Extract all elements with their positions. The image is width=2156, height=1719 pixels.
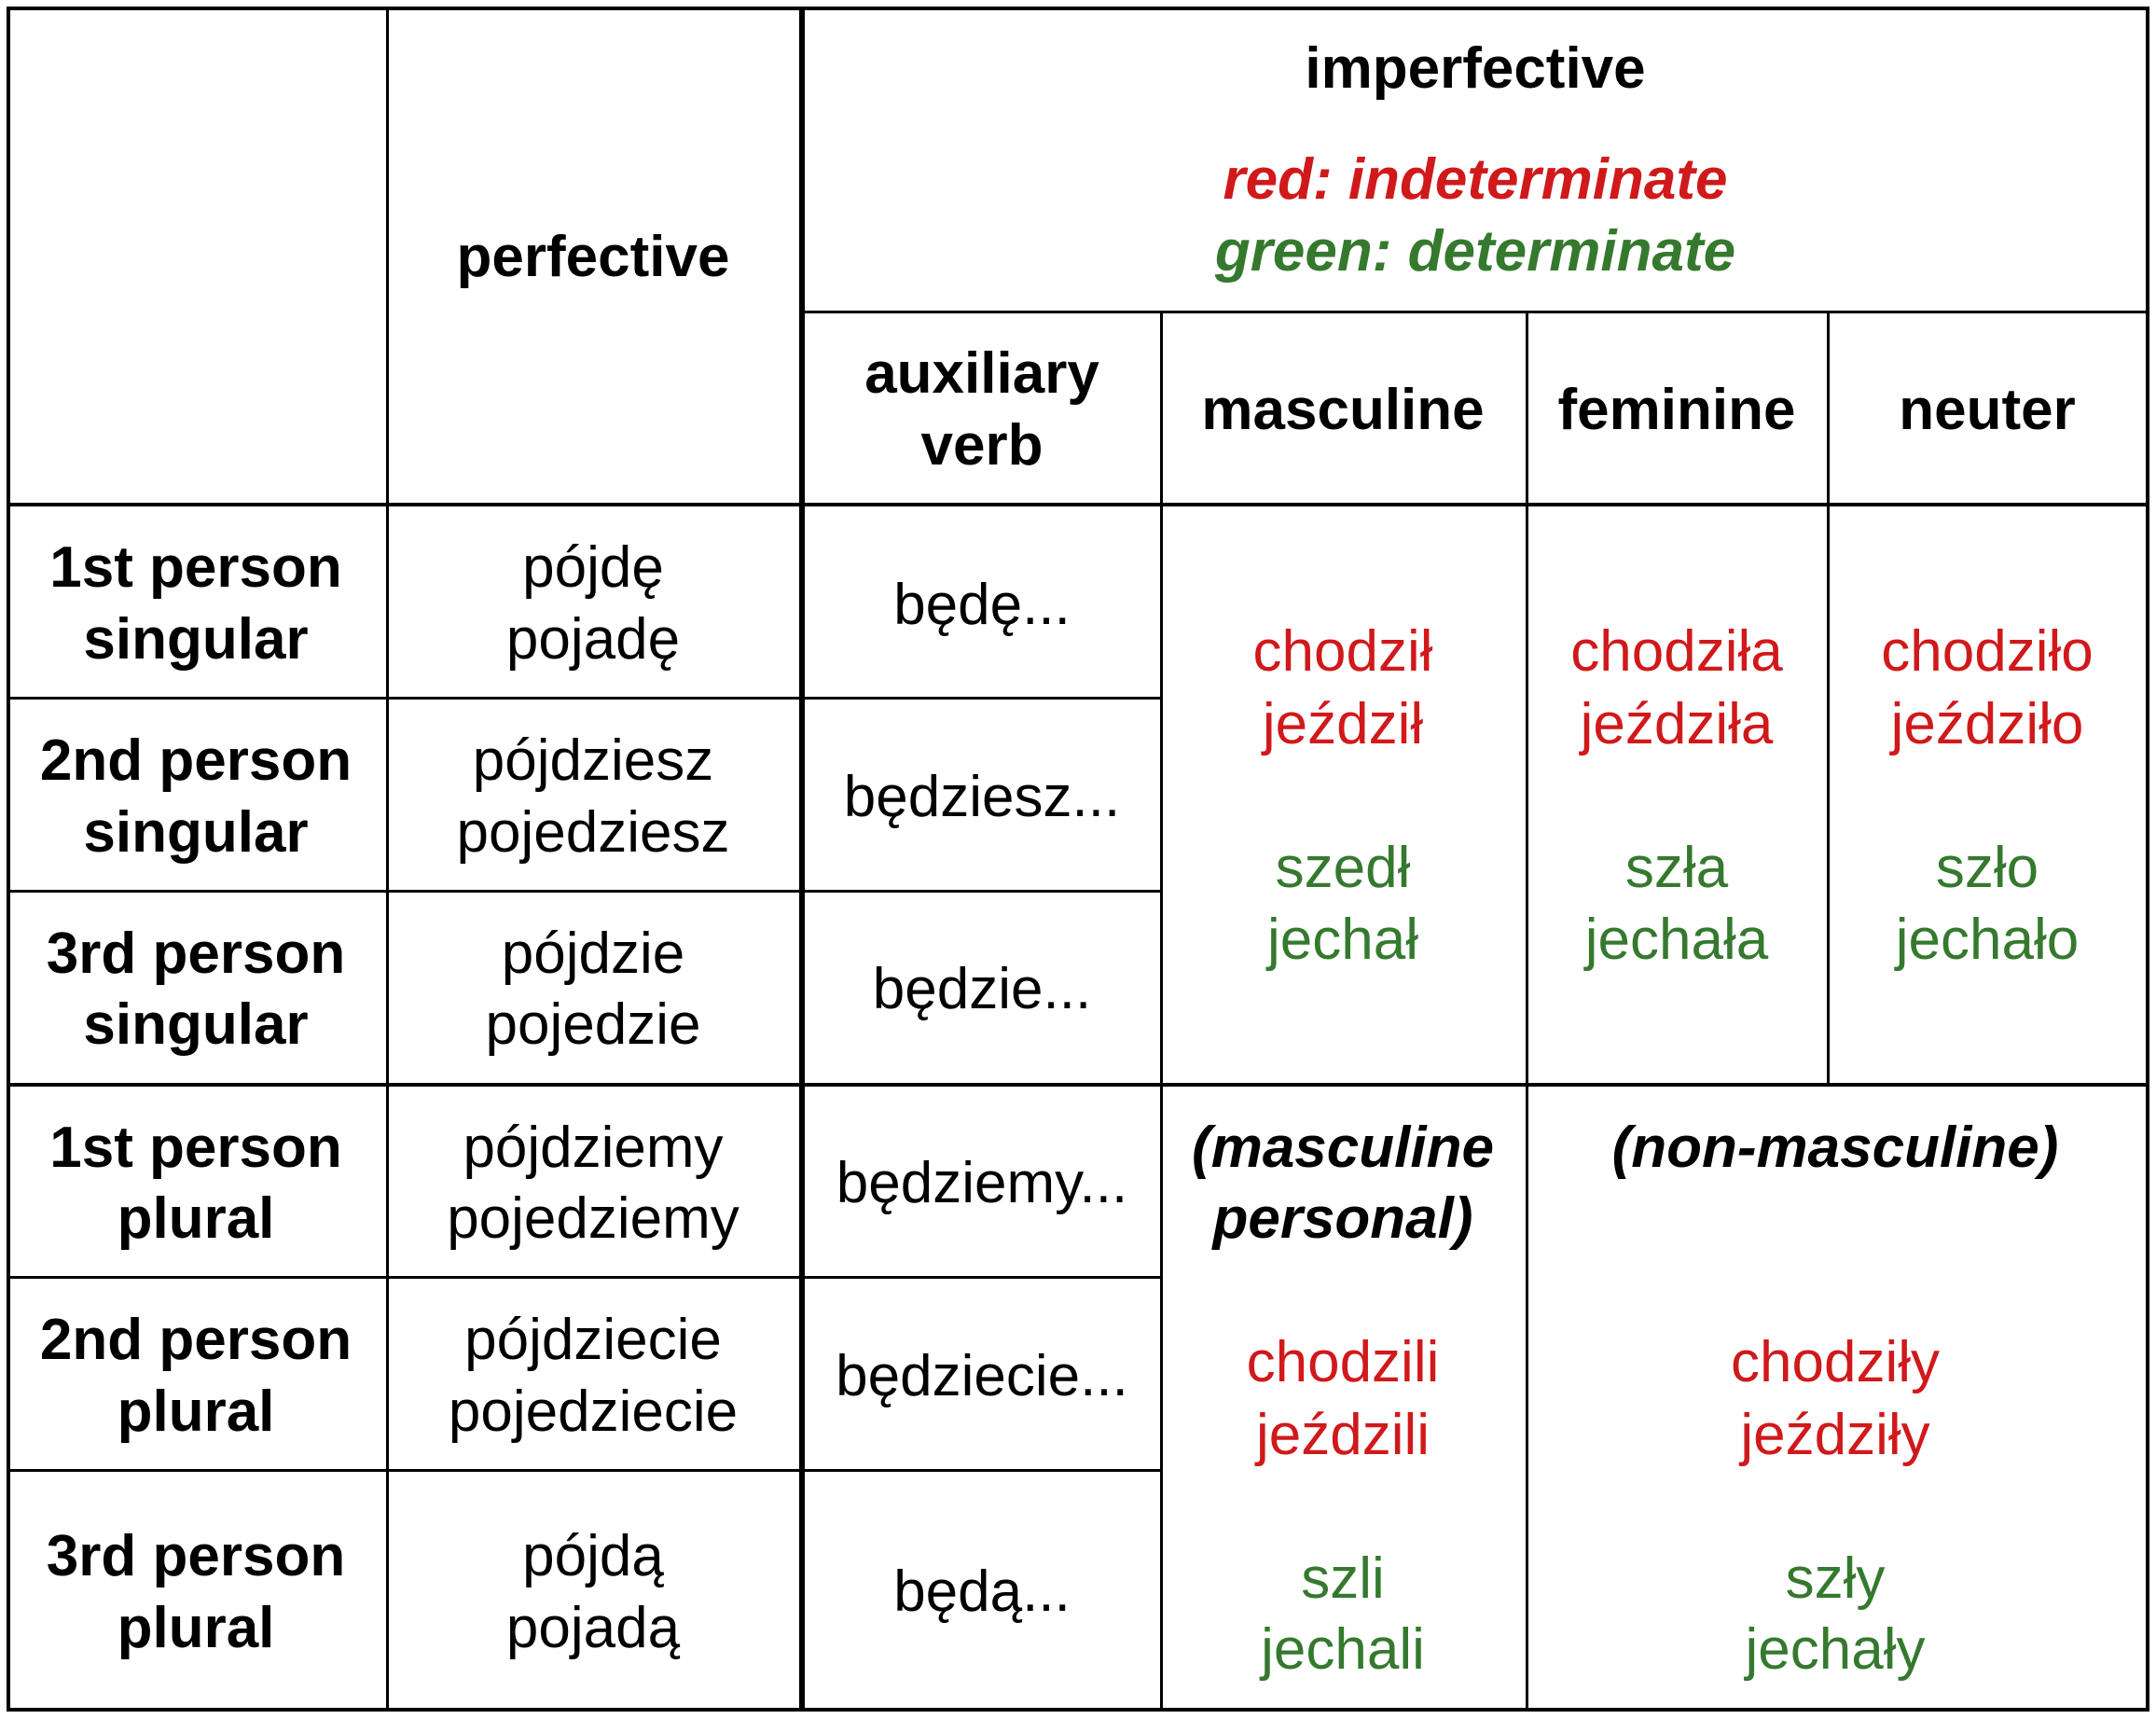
border-right [2146,7,2149,1712]
row-person-line2: singular [83,800,309,865]
row-person-line1: 1st person [49,1116,342,1180]
conjugation-table: perfective imperfective red: indetermina… [0,0,2156,1719]
row-person-line1: 3rd person [46,922,346,986]
row-auxiliary: będziesz... [843,765,1121,829]
legend-determinate: green: determinate [1214,219,1736,284]
divider-col-aux [1160,312,1163,1711]
header-auxiliary-line2: verb [920,413,1043,478]
sg-masc-det-2: jechał [1267,908,1418,972]
row-perfective-2: pojedzie [485,992,701,1057]
pl-nonmasc-label: (non-masculine) [1611,1116,2059,1180]
divider-row-5 [7,1276,1163,1279]
divider-row-2 [7,697,1163,700]
divider-row-6 [7,1469,1163,1472]
sg-fem-indet-2: jeździła [1580,692,1774,756]
pl-masc-indet-2: jeździli [1255,1403,1430,1467]
legend-indeterminate: red: indeterminate [1223,147,1728,212]
row-auxiliary: będę... [893,573,1071,637]
row-person-line1: 3rd person [46,1524,346,1588]
sg-fem-indet-1: chodziła [1570,619,1783,684]
sg-neut-indet-2: jeździło [1890,692,2084,756]
row-perfective-1: pójdę [522,535,664,600]
sg-neut-indet-1: chodziło [1881,619,2094,684]
pl-nonmasc-indet-2: jeździły [1740,1403,1930,1467]
border-bottom [7,1708,2149,1712]
row-person-line1: 2nd person [39,728,352,793]
row-auxiliary: będziemy... [836,1151,1128,1215]
header-masculine: masculine [1201,378,1485,442]
sg-masc-indet-2: jeździł [1262,692,1424,756]
pl-masc-det-2: jechali [1261,1617,1425,1682]
row-person-line2: plural [117,1596,275,1660]
header-neuter: neuter [1899,378,2076,442]
divider-col-person [386,7,389,1712]
row-perfective-1: pójdzie [501,922,685,986]
row-person-line2: plural [117,1379,275,1444]
header-auxiliary-line1: auxiliary [864,341,1099,406]
border-left [7,7,10,1712]
divider-row-3 [7,890,1163,893]
pl-masc-indet-1: chodzili [1246,1330,1440,1394]
divider-row-header [7,503,2149,506]
row-person-line2: plural [117,1186,275,1251]
row-auxiliary: będzie... [872,957,1092,1021]
divider-row-plural [7,1083,2149,1087]
row-perfective-2: pojedziemy [447,1186,739,1251]
divider-row-imperfective [802,311,2149,313]
pl-masc-personal-label-2: personal) [1212,1186,1473,1251]
pl-nonmasc-det-2: jechały [1745,1617,1926,1682]
row-person-line2: singular [83,992,309,1057]
header-feminine: feminine [1557,378,1796,442]
row-perfective-1: pójdziemy [463,1116,724,1180]
sg-fem-det-1: szła [1624,836,1729,900]
sg-neut-det-2: jechało [1895,908,2080,972]
pl-masc-personal-label-1: (masculine [1192,1116,1494,1180]
sg-masc-det-1: szedł [1275,836,1411,900]
divider-col-nonmasc [1526,1083,1528,1711]
row-perfective-1: pójdą [522,1524,664,1588]
header-imperfective: imperfective [1305,36,1646,101]
divider-col-perfective-thick [799,7,805,1712]
row-auxiliary: będą... [893,1560,1071,1624]
row-person-line1: 1st person [49,535,342,600]
divider-col-feminine [1526,312,1528,1085]
row-perfective-2: pojedziecie [448,1379,739,1444]
row-perfective-1: pójdziecie [464,1308,722,1372]
pl-nonmasc-indet-1: chodziły [1731,1330,1940,1394]
row-perfective-2: pojadą [505,1596,681,1660]
sg-masc-indet-1: chodził [1252,619,1433,684]
pl-nonmasc-det-1: szły [1785,1546,1886,1611]
pl-masc-det-1: szli [1301,1546,1385,1611]
sg-neut-det-1: szło [1935,836,2039,900]
row-perfective-2: pojedziesz [456,800,730,865]
row-person-line1: 2nd person [39,1308,352,1372]
divider-col-neuter [1827,312,1830,1085]
header-perfective: perfective [456,225,730,289]
row-perfective-1: pójdziesz [472,728,714,793]
sg-fem-det-2: jechała [1584,908,1769,972]
row-auxiliary: będziecie... [836,1344,1128,1408]
row-perfective-2: pojadę [505,607,681,672]
row-person-line2: singular [83,607,309,672]
border-top [7,7,2149,10]
